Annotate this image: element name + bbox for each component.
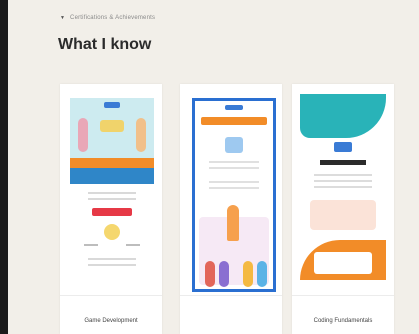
app-frame: ▼ Certifications & Achievements What I k…	[8, 0, 419, 334]
medal-icon	[104, 224, 120, 240]
signature-line	[126, 244, 140, 246]
text-line	[314, 186, 372, 188]
card-caption: Game Development	[84, 318, 138, 324]
certificate-image[interactable]	[300, 94, 386, 280]
figure-illustration	[136, 118, 146, 152]
page-title: What I know	[58, 36, 152, 53]
text-line	[314, 174, 372, 176]
logo-icon	[104, 102, 120, 108]
figure-illustration	[257, 261, 267, 287]
certificate-card-selected[interactable]	[180, 84, 282, 334]
certificate-card-game-development[interactable]: Game Development	[60, 84, 162, 334]
text-line	[209, 167, 259, 169]
breadcrumb[interactable]: ▼ Certifications & Achievements	[60, 15, 155, 21]
certificate-header-wave	[300, 94, 386, 138]
breadcrumb-label[interactable]: Certifications & Achievements	[70, 15, 155, 21]
signature-line	[84, 244, 98, 246]
certificate-image[interactable]	[70, 98, 154, 276]
rocket-icon	[227, 205, 239, 241]
figure-illustration	[78, 118, 88, 152]
certificate-orange-band	[70, 158, 154, 168]
certificate-artwork	[310, 200, 376, 230]
text-line	[88, 258, 136, 260]
ribbon-icon	[92, 208, 132, 216]
logo-icon	[334, 142, 352, 152]
trophy-icon	[100, 120, 124, 132]
card-divider	[180, 295, 282, 296]
figure-illustration	[243, 261, 253, 287]
certificate-image[interactable]	[192, 98, 276, 292]
certificate-orange-banner	[201, 117, 267, 125]
text-line	[88, 264, 136, 266]
certificate-illustration	[225, 137, 243, 153]
text-line	[209, 181, 259, 183]
certificate-title-band	[70, 168, 154, 184]
certificate-card-coding-fundamentals[interactable]: Coding Fundamentals	[292, 84, 394, 334]
card-divider	[60, 295, 162, 296]
card-divider	[292, 295, 394, 296]
certificate-title-bar	[320, 160, 366, 165]
certificate-footer-panel	[314, 252, 372, 274]
caret-down-icon[interactable]: ▼	[60, 15, 65, 21]
text-line	[314, 180, 372, 182]
logo-icon	[225, 105, 243, 110]
text-line	[209, 161, 259, 163]
card-caption: Coding Fundamentals	[313, 318, 373, 324]
figure-illustration	[205, 261, 215, 287]
text-line	[88, 192, 136, 194]
text-line	[88, 198, 136, 200]
figure-illustration	[219, 261, 229, 287]
text-line	[209, 187, 259, 189]
